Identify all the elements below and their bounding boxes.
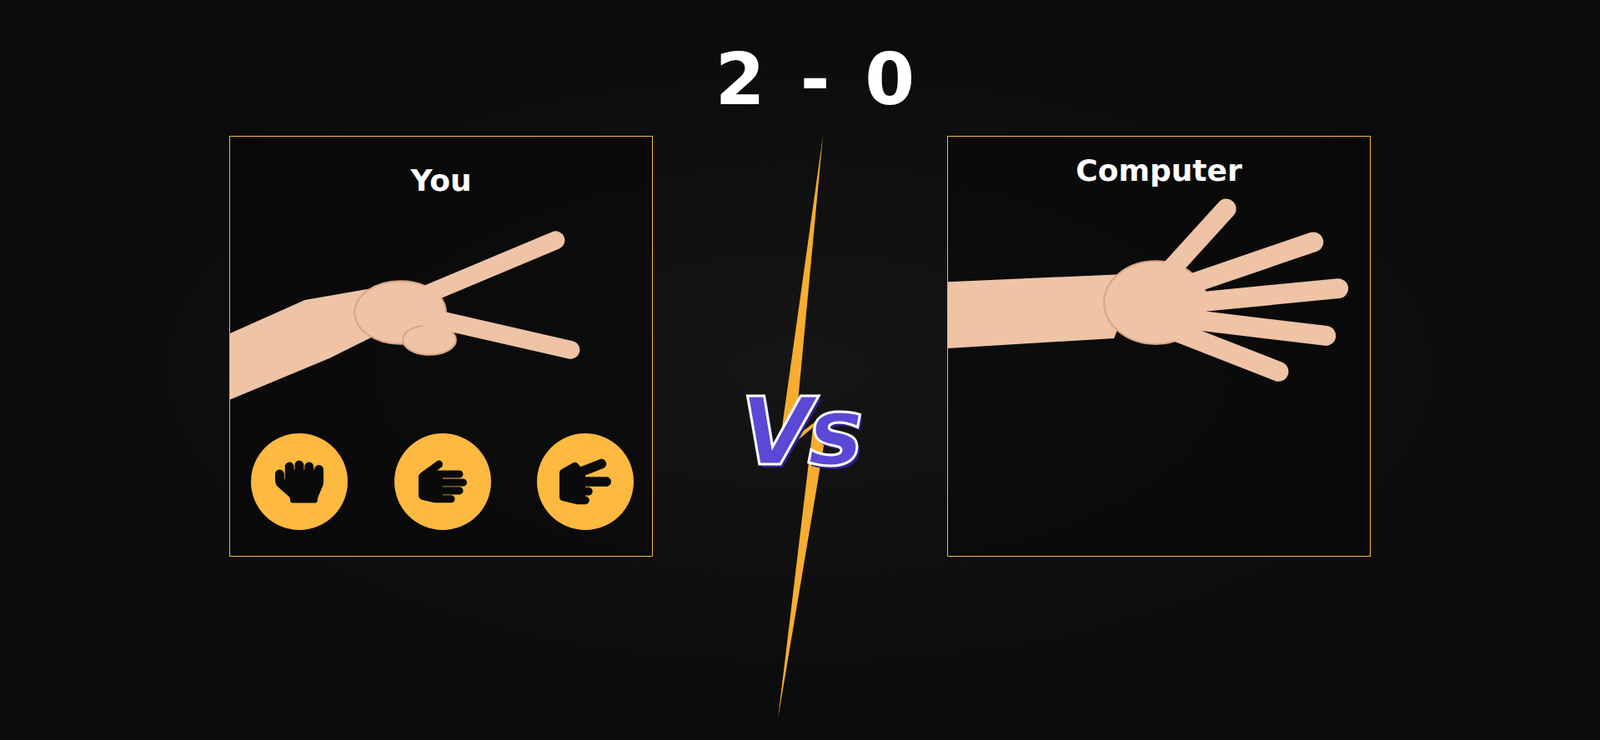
vs-label: Vs <box>740 377 858 487</box>
player-score: 2 <box>715 37 766 121</box>
score-separator: - <box>800 37 831 121</box>
panel-title: You <box>230 136 653 201</box>
fist-icon <box>275 457 324 507</box>
paper-button[interactable] <box>394 433 492 531</box>
versus-divider: Vs <box>652 135 948 720</box>
computer-panel: Computer <box>947 135 1371 557</box>
player-panel: You <box>229 135 653 557</box>
rock-button[interactable] <box>250 433 348 531</box>
scissors-button[interactable] <box>536 433 634 531</box>
open-hand-icon <box>418 457 467 507</box>
hand-photo <box>230 200 653 434</box>
game-page: 2-0 You Vs Computer <box>0 0 1600 740</box>
hand-area <box>947 190 1370 466</box>
hand-area <box>230 200 653 434</box>
panel-title: Computer <box>947 136 1370 191</box>
hand-photo <box>947 190 1370 466</box>
arena: You Vs Computer <box>229 135 1371 720</box>
choice-buttons <box>230 433 653 554</box>
scissors-hand-icon <box>559 456 612 508</box>
scoreboard: 2-0 <box>715 0 915 136</box>
computer-score: 0 <box>864 37 915 121</box>
